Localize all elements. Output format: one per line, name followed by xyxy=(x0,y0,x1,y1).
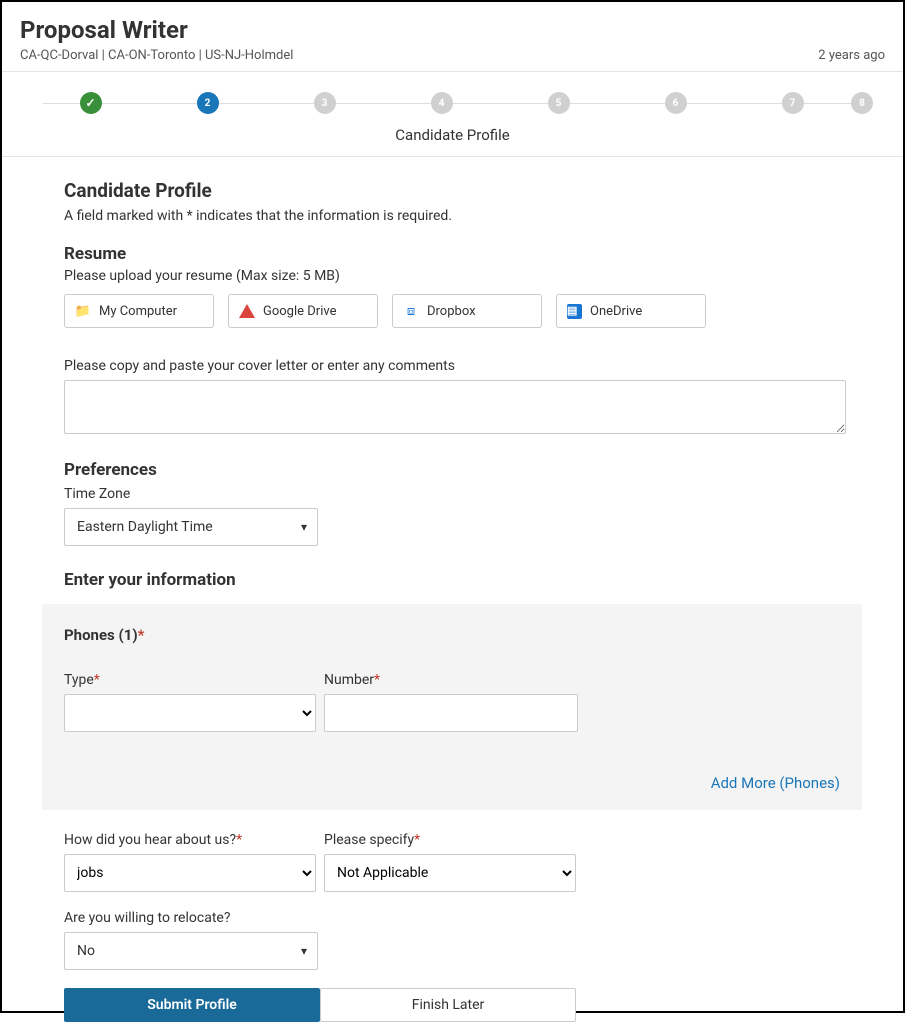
upload-label: Google Drive xyxy=(263,304,336,319)
relocate-label: Are you willing to relocate? xyxy=(64,910,318,926)
job-locations: CA-QC-Dorval | CA-ON-Toronto | US-NJ-Hol… xyxy=(20,48,885,63)
resume-hint: Please upload your resume (Max size: 5 M… xyxy=(64,268,853,284)
posted-age: 2 years ago xyxy=(818,48,885,63)
job-title: Proposal Writer xyxy=(20,16,885,44)
finish-later-button[interactable]: Finish Later xyxy=(320,988,576,1022)
step-8[interactable]: 8 xyxy=(851,92,873,114)
add-more-phones-link[interactable]: Add More (Phones) xyxy=(64,774,840,792)
folder-icon: 📁 xyxy=(75,304,91,318)
hear-about-select[interactable]: jobs xyxy=(64,854,316,892)
section-preferences: Preferences xyxy=(64,460,853,480)
specify-select[interactable]: Not Applicable xyxy=(324,854,576,892)
cover-letter-textarea[interactable] xyxy=(64,380,846,434)
specify-label: Please specify* xyxy=(324,832,576,848)
phone-type-select[interactable] xyxy=(64,694,316,732)
google-drive-icon xyxy=(239,304,255,318)
timezone-select[interactable]: Eastern Daylight Time xyxy=(64,508,318,546)
dropbox-icon: ⧈ xyxy=(403,304,419,318)
job-header: Proposal Writer CA-QC-Dorval | CA-ON-Tor… xyxy=(2,16,903,72)
upload-label: OneDrive xyxy=(590,304,642,319)
section-candidate-profile: Candidate Profile xyxy=(64,179,853,202)
phones-group: Phones (1)* Type* Number* Add More (Phon… xyxy=(42,604,862,810)
phone-type-label: Type* xyxy=(64,672,316,688)
phone-number-label: Number* xyxy=(324,672,578,688)
upload-label: Dropbox xyxy=(427,304,476,319)
required-note: A field marked with * indicates that the… xyxy=(64,208,853,224)
submit-profile-button[interactable]: Submit Profile xyxy=(64,988,320,1022)
upload-onedrive-button[interactable]: ▤ OneDrive xyxy=(556,294,706,328)
hear-about-label: How did you hear about us?* xyxy=(64,832,316,848)
phones-heading: Phones (1)* xyxy=(64,626,840,644)
cover-letter-label: Please copy and paste your cover letter … xyxy=(64,358,853,374)
section-enter-info: Enter your information xyxy=(64,570,853,590)
upload-dropbox-button[interactable]: ⧈ Dropbox xyxy=(392,294,542,328)
phone-number-input[interactable] xyxy=(324,694,578,732)
section-resume: Resume xyxy=(64,244,853,264)
relocate-value: No xyxy=(77,943,95,959)
progress-stepper: 2 3 4 5 6 7 8 Candidate Profile xyxy=(2,72,903,157)
upload-my-computer-button[interactable]: 📁 My Computer xyxy=(64,294,214,328)
relocate-select[interactable]: No xyxy=(64,932,318,970)
timezone-value: Eastern Daylight Time xyxy=(77,519,213,535)
onedrive-icon: ▤ xyxy=(567,304,582,319)
upload-label: My Computer xyxy=(99,304,177,319)
timezone-label: Time Zone xyxy=(64,486,853,502)
check-icon xyxy=(85,96,95,110)
current-step-label: Candidate Profile xyxy=(32,126,873,144)
upload-google-drive-button[interactable]: Google Drive xyxy=(228,294,378,328)
